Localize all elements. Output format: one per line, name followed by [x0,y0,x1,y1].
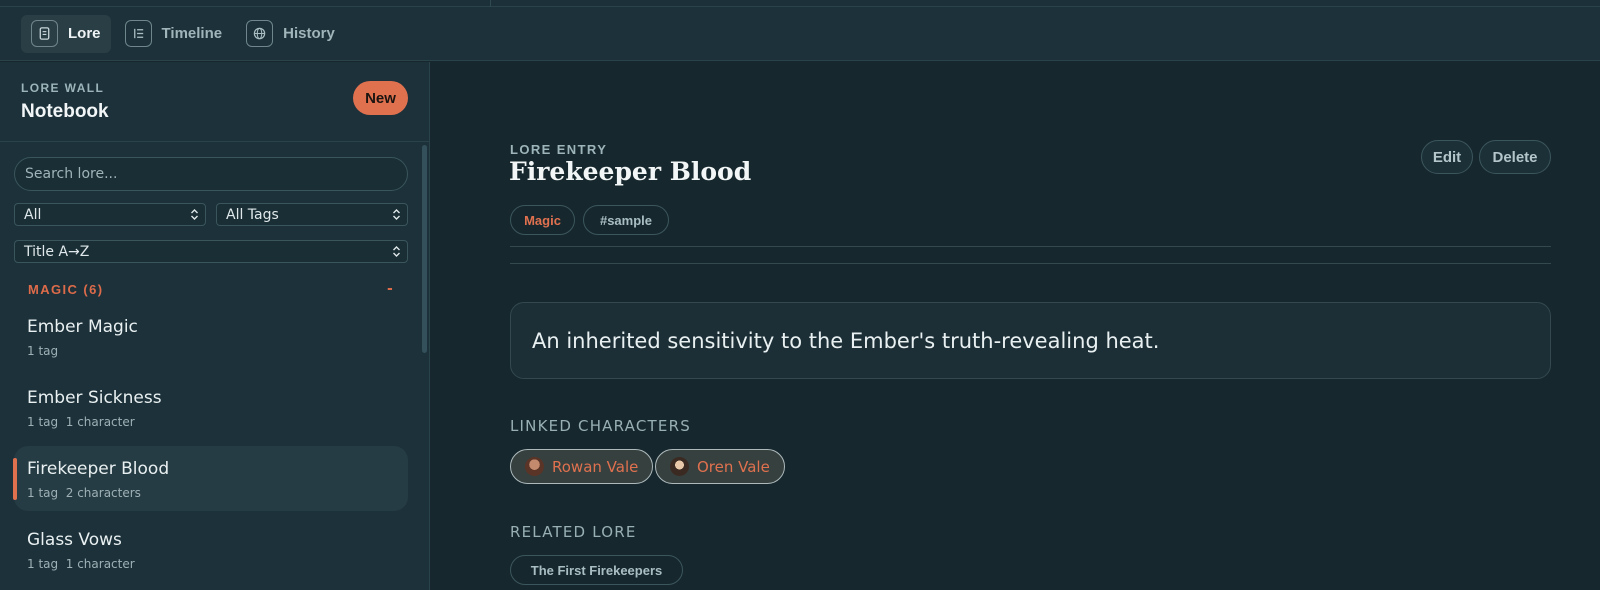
hashtag-chip[interactable]: #sample [583,205,669,235]
search-input[interactable]: Search lore... [14,157,408,191]
character-chip[interactable]: Rowan Vale [510,449,654,484]
tag-filter-value: All Tags [226,206,279,223]
character-chip[interactable]: Oren Vale [655,449,785,484]
sidebar-eyebrow: LORE WALL [21,81,105,95]
lore-item-name: Firekeeper Blood [27,459,170,479]
lore-item-name: Glass Vows [27,530,122,550]
lore-item-meta: 1 tag [27,344,59,358]
tab-history-label: History [283,25,335,42]
entry-title: Firekeeper Blood [509,157,752,186]
select-chevron-icon [191,209,198,220]
lore-item-meta: 1 tag 1 character [27,557,135,571]
lore-entry-panel: LORE ENTRY Firekeeper Blood Edit Delete … [431,62,1600,590]
divider [510,263,1551,264]
lore-item-meta: 1 tag 1 character [27,415,135,429]
delete-button[interactable]: Delete [1479,140,1551,174]
character-name: Rowan Vale [552,457,639,476]
linked-characters-heading: LINKED CHARACTERS [510,417,691,435]
sidebar-scrollbar[interactable] [422,145,427,353]
tab-history[interactable]: History [236,15,345,53]
avatar [525,457,544,476]
top-strip [0,0,1600,7]
sort-select[interactable]: Title A→Z [14,240,408,263]
sidebar-body[interactable]: Search lore... All All Tags Title A→Z MA… [0,143,430,590]
group-header-magic[interactable]: MAGIC (6) [28,282,103,297]
edit-button[interactable]: Edit [1421,140,1473,174]
category-tag[interactable]: Magic [510,205,575,235]
sidebar-header: LORE WALL Notebook New [0,62,429,142]
lore-list-item[interactable]: Ember Sickness 1 tag 1 character [14,375,408,440]
group-collapse-toggle[interactable]: - [387,281,393,297]
character-name: Oren Vale [697,457,770,476]
top-nav: Lore Timeline History [0,7,1600,61]
new-lore-button[interactable]: New [353,81,408,115]
entry-summary: An inherited sensitivity to the Ember's … [510,302,1551,379]
avatar [670,457,689,476]
lore-list-item[interactable]: Glass Vows 1 tag 1 character [14,517,408,582]
tab-timeline-label: Timeline [161,25,223,42]
sort-value: Title A→Z [24,243,90,260]
notebook-icon [31,20,58,47]
tab-lore-label: Lore [68,25,101,42]
tag-filter-select[interactable]: All Tags [216,203,408,226]
lore-item-name: Ember Magic [27,317,138,337]
globe-icon [246,20,274,47]
lore-list-item[interactable]: Ember Magic 1 tag [14,304,408,369]
lore-item-name: Ember Sickness [27,388,162,408]
sidebar-title: Notebook [21,101,109,122]
lore-list-item-selected[interactable]: Firekeeper Blood 1 tag 2 characters [13,446,408,511]
tab-timeline[interactable]: Timeline [115,15,233,53]
select-chevron-icon [393,246,400,257]
select-chevron-icon [393,209,400,220]
related-lore-heading: RELATED LORE [510,523,637,541]
category-filter-value: All [24,206,42,223]
entry-eyebrow: LORE ENTRY [510,142,608,157]
lore-item-meta: 1 tag 2 characters [27,486,141,500]
selected-indicator [13,458,17,500]
divider [510,246,1551,247]
lore-sidebar: LORE WALL Notebook New Search lore... Al… [0,62,430,590]
top-strip-divider [490,0,491,7]
tab-lore[interactable]: Lore [21,14,111,53]
timeline-list-icon [124,20,152,47]
related-lore-chip[interactable]: The First Firekeepers [510,555,683,585]
category-filter-select[interactable]: All [14,203,206,226]
